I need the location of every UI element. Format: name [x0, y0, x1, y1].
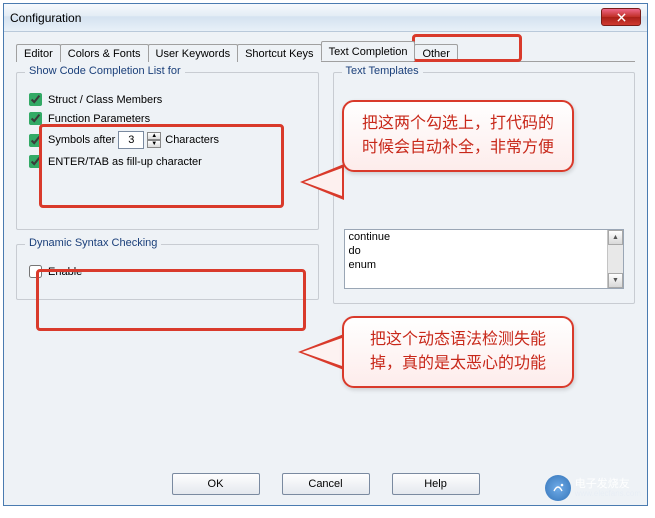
- label-enable-syntax: Enable: [48, 266, 82, 278]
- configuration-window: Configuration Editor Colors & Fonts User…: [3, 3, 648, 506]
- callout-2: 把这个动态语法检测失能掉，真的是太恶心的功能: [342, 316, 574, 388]
- row-enter-tab: ENTER/TAB as fill-up character: [27, 155, 308, 168]
- close-button[interactable]: [601, 8, 641, 26]
- left-column: Show Code Completion List for Struct / C…: [16, 72, 319, 318]
- completion-legend: Show Code Completion List for: [25, 65, 185, 77]
- scroll-up-icon[interactable]: ▲: [608, 230, 623, 245]
- syntax-group: Dynamic Syntax Checking Enable: [16, 244, 319, 300]
- spinner-up-icon[interactable]: ▲: [147, 132, 161, 140]
- label-symbols-suffix: Characters: [165, 134, 219, 146]
- templates-legend: Text Templates: [342, 65, 423, 77]
- tab-user-keywords[interactable]: User Keywords: [148, 44, 239, 62]
- help-button[interactable]: Help: [392, 473, 480, 495]
- list-item[interactable]: continue: [345, 230, 624, 244]
- row-enable-syntax: Enable: [27, 265, 308, 278]
- row-func-params: Function Parameters: [27, 112, 308, 125]
- checkbox-enable-syntax[interactable]: [29, 265, 42, 278]
- label-enter-tab: ENTER/TAB as fill-up character: [48, 156, 202, 168]
- templates-listbox[interactable]: continue do enum ▲ ▼: [344, 229, 625, 289]
- listbox-scrollbar[interactable]: ▲ ▼: [607, 230, 623, 288]
- symbols-spinner[interactable]: ▲▼: [147, 132, 161, 148]
- callout-tail-2: [298, 334, 344, 370]
- window-title: Configuration: [10, 11, 81, 25]
- close-icon: [617, 13, 626, 22]
- label-struct: Struct / Class Members: [48, 94, 162, 106]
- cancel-button[interactable]: Cancel: [282, 473, 370, 495]
- callout-tail-1: [300, 164, 344, 200]
- ok-button[interactable]: OK: [172, 473, 260, 495]
- row-struct: Struct / Class Members: [27, 93, 308, 106]
- watermark: 电子发烧友 www.elecfans.com: [545, 475, 641, 501]
- symbols-count-input[interactable]: 3: [118, 131, 144, 149]
- label-func-params: Function Parameters: [48, 113, 150, 125]
- spinner-down-icon[interactable]: ▼: [147, 140, 161, 148]
- checkbox-struct[interactable]: [29, 93, 42, 106]
- list-item[interactable]: enum: [345, 258, 624, 272]
- callout-1: 把这两个勾选上，打代码的时候会自动补全，非常方便: [342, 100, 574, 172]
- list-item[interactable]: do: [345, 244, 624, 258]
- tab-colors-fonts[interactable]: Colors & Fonts: [60, 44, 149, 62]
- row-symbols-after: Symbols after 3 ▲▼ Characters: [27, 131, 308, 149]
- checkbox-symbols-after[interactable]: [29, 134, 42, 147]
- checkbox-func-params[interactable]: [29, 112, 42, 125]
- label-symbols-prefix: Symbols after: [48, 134, 115, 146]
- tab-editor[interactable]: Editor: [16, 44, 61, 62]
- syntax-legend: Dynamic Syntax Checking: [25, 237, 161, 249]
- tab-shortcut-keys[interactable]: Shortcut Keys: [237, 44, 321, 62]
- scroll-down-icon[interactable]: ▼: [608, 273, 623, 288]
- watermark-logo-icon: [545, 475, 571, 501]
- tabbar: Editor Colors & Fonts User Keywords Shor…: [16, 40, 635, 62]
- watermark-line1: 电子发烧友: [575, 479, 641, 490]
- tab-text-completion[interactable]: Text Completion: [321, 41, 416, 61]
- completion-group: Show Code Completion List for Struct / C…: [16, 72, 319, 230]
- checkbox-enter-tab[interactable]: [29, 155, 42, 168]
- tab-other[interactable]: Other: [414, 44, 458, 62]
- titlebar: Configuration: [4, 4, 647, 32]
- watermark-line2: www.elecfans.com: [575, 490, 641, 498]
